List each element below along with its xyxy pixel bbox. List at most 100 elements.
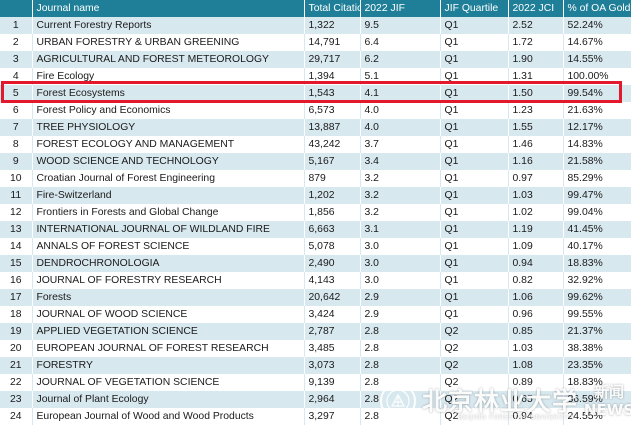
table-row[interactable]: 5 Forest Ecosystems 1,543 4.1 Q1 1.50 99.54% [0,85,631,102]
table-row[interactable]: 2 URBAN FORESTRY & URBAN GREENING 14,791 6.… [0,34,631,51]
jci-cell: 1.19 [508,221,564,238]
rank-cell: 14 [0,238,33,255]
header-jci[interactable]: 2022 JCI [508,0,564,17]
table-row[interactable]: 14 ANNALS OF FOREST SCIENCE 5,078 3.0 Q1 1.09… [0,238,631,255]
header-jif-quartile[interactable]: JIF Quartile [440,0,509,17]
total-citations-cell: 1,322 [304,17,361,34]
journal-name-cell: ANNALS OF FOREST SCIENCE [32,238,305,255]
jif-quartile-cell: Q1 [440,34,509,51]
jci-cell: 0.94 [508,408,564,425]
jif-quartile-cell: Q1 [440,119,509,136]
jci-cell: 0.65 [508,391,564,408]
table-row[interactable]: 15 DENDROCHRONOLOGIA 2,490 3.0 Q1 0.94 18.83% [0,255,631,272]
oa-gold-cell: 38.38% [563,340,631,357]
journal-name-cell: APPLIED VEGETATION SCIENCE [32,323,305,340]
rank-cell: 10 [0,170,33,187]
jif-cell: 2.8 [360,340,441,357]
jif-cell: 2.8 [360,391,441,408]
jif-quartile-cell: Q1 [440,85,509,102]
jif-quartile-cell: Q2 [440,408,509,425]
jci-cell: 1.08 [508,357,564,374]
oa-gold-cell: 99.04% [563,204,631,221]
table-row[interactable]: 10 Croatian Journal of Forest Engineering… [0,170,631,187]
table-row[interactable]: 22 JOURNAL OF VEGETATION SCIENCE 9,139 2.8 Q… [0,374,631,391]
table-row[interactable]: 21 FORESTRY 3,073 2.8 Q2 1.08 23.35% [0,357,631,374]
jif-quartile-cell: Q1 [440,17,509,34]
table-row[interactable]: 9 WOOD SCIENCE AND TECHNOLOGY 5,167 3.4 Q1 1.… [0,153,631,170]
jci-cell: 1.03 [508,187,564,204]
total-citations-cell: 2,490 [304,255,361,272]
header-journal-name[interactable]: Journal name [32,0,305,17]
table-row[interactable]: 3 AGRICULTURAL AND FOREST METEOROLOGY 29,7… [0,51,631,68]
jci-cell: 0.89 [508,374,564,391]
header-rank[interactable] [0,0,33,17]
oa-gold-cell: 36.59% [563,391,631,408]
table-row[interactable]: 16 JOURNAL OF FORESTRY RESEARCH 4,143 3.0 Q1… [0,272,631,289]
journal-name-cell: Frontiers in Forests and Global Change [32,204,305,221]
jif-quartile-cell: Q2 [440,323,509,340]
table-row[interactable]: 7 TREE PHYSIOLOGY 13,887 4.0 Q1 1.55 12.17% [0,119,631,136]
jif-cell: 5.1 [360,68,441,85]
oa-gold-cell: 52.24% [563,17,631,34]
jif-quartile-cell: Q1 [440,51,509,68]
table-row[interactable]: 19 APPLIED VEGETATION SCIENCE 2,787 2.8 Q2 0.… [0,323,631,340]
header-jif[interactable]: 2022 JIF [360,0,441,17]
jif-cell: 4.0 [360,102,441,119]
jif-quartile-cell: Q2 [440,391,509,408]
total-citations-cell: 1,202 [304,187,361,204]
jif-quartile-cell: Q1 [440,272,509,289]
jif-quartile-cell: Q1 [440,306,509,323]
table-row[interactable]: 23 Journal of Plant Ecology 2,964 2.8 Q2 0.65… [0,391,631,408]
oa-gold-cell: 14.67% [563,34,631,51]
jif-cell: 3.2 [360,204,441,221]
total-citations-cell: 2,964 [304,391,361,408]
jif-cell: 2.9 [360,289,441,306]
table-row[interactable]: 18 JOURNAL OF WOOD SCIENCE 3,424 2.9 Q1 0.96 9… [0,306,631,323]
jif-quartile-cell: Q1 [440,221,509,238]
total-citations-cell: 29,717 [304,51,361,68]
jif-quartile-cell: Q1 [440,238,509,255]
jif-quartile-cell: Q1 [440,68,509,85]
journal-name-cell: Forests [32,289,305,306]
jif-quartile-cell: Q1 [440,102,509,119]
journal-name-cell: JOURNAL OF FORESTRY RESEARCH [32,272,305,289]
jci-cell: 1.90 [508,51,564,68]
header-total-citations[interactable]: Total Citations [304,0,361,17]
rank-cell: 2 [0,34,33,51]
jci-cell: 1.50 [508,85,564,102]
jif-cell: 3.0 [360,255,441,272]
journal-ranking-table: Journal name Total Citations 2022 JIF JI… [0,0,631,425]
total-citations-cell: 9,139 [304,374,361,391]
total-citations-cell: 20,642 [304,289,361,306]
rank-cell: 3 [0,51,33,68]
rank-cell: 8 [0,136,33,153]
jif-cell: 2.8 [360,357,441,374]
jif-cell: 6.2 [360,51,441,68]
table-row[interactable]: 11 Fire-Switzerland 1,202 3.2 Q1 1.03 99.47% [0,187,631,204]
oa-gold-cell: 18.83% [563,255,631,272]
header-oa-gold[interactable]: % of OA Gold [563,0,631,17]
oa-gold-cell: 41.45% [563,221,631,238]
journal-name-cell: Forest Policy and Economics [32,102,305,119]
oa-gold-cell: 21.63% [563,102,631,119]
table-row[interactable]: 12 Frontiers in Forests and Global Change… [0,204,631,221]
table-row[interactable]: 20 EUROPEAN JOURNAL OF FOREST RESEARCH 3,4… [0,340,631,357]
total-citations-cell: 1,543 [304,85,361,102]
oa-gold-cell: 14.83% [563,136,631,153]
jif-cell: 3.1 [360,221,441,238]
total-citations-cell: 13,887 [304,119,361,136]
table-row[interactable]: 24 European Journal of Wood and Wood Prod… [0,408,631,425]
table-row[interactable]: 17 Forests 20,642 2.9 Q1 1.06 99.62% [0,289,631,306]
table-row[interactable]: 13 INTERNATIONAL JOURNAL OF WILDLAND FIRE… [0,221,631,238]
jci-cell: 1.23 [508,102,564,119]
table-row[interactable]: 4 Fire Ecology 1,394 5.1 Q1 1.31 100.00% [0,68,631,85]
table-row[interactable]: 6 Forest Policy and Economics 6,573 4.0 Q1 1.… [0,102,631,119]
table-row[interactable]: 8 FOREST ECOLOGY AND MANAGEMENT 43,242 3.7 Q… [0,136,631,153]
jci-cell: 1.09 [508,238,564,255]
rank-cell: 17 [0,289,33,306]
rank-cell: 4 [0,68,33,85]
table-row[interactable]: 1 Current Forestry Reports 1,322 9.5 Q1 2.52 5… [0,17,631,34]
jif-cell: 3.7 [360,136,441,153]
jci-cell: 0.85 [508,323,564,340]
jif-quartile-cell: Q1 [440,289,509,306]
